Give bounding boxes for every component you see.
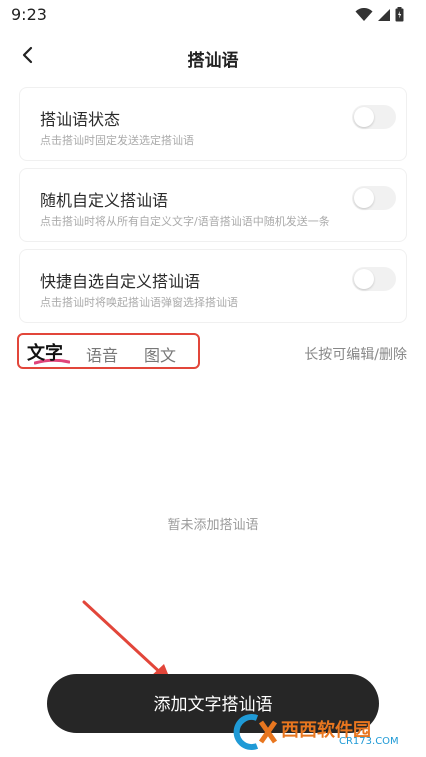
status-icons	[355, 7, 404, 22]
watermark: 西西软件园 CR173.COM	[231, 712, 421, 752]
status-toggle[interactable]	[352, 105, 396, 129]
setting-subtitle: 点击搭讪时将从所有自定义文字/语音搭讪语中随机发送一条	[40, 215, 330, 228]
setting-subtitle: 点击搭讪时固定发送选定搭讪语	[40, 134, 194, 147]
setting-title: 随机自定义搭讪语	[40, 191, 169, 210]
setting-card-quick-select: 快捷自选自定义搭讪语 点击搭讪时将唤起搭讪语弹窗选择搭讪语	[19, 249, 407, 323]
page-title: 搭讪语	[187, 51, 239, 71]
toggle-knob	[354, 188, 374, 208]
setting-title: 快捷自选自定义搭讪语	[40, 272, 201, 291]
random-toggle[interactable]	[352, 186, 396, 210]
status-time: 9:23	[11, 5, 47, 24]
quick-select-toggle[interactable]	[352, 267, 396, 291]
setting-card-random: 随机自定义搭讪语 点击搭讪时将从所有自定义文字/语音搭讪语中随机发送一条	[19, 168, 407, 242]
setting-card-status: 搭讪语状态 点击搭讪时固定发送选定搭讪语	[19, 87, 407, 161]
tab-text[interactable]: 文字	[27, 339, 63, 365]
empty-state: 暂未添加搭讪语	[167, 518, 259, 533]
signal-icon	[378, 8, 390, 21]
setting-subtitle: 点击搭讪时将唤起搭讪语弹窗选择搭讪语	[40, 296, 238, 309]
tab-voice[interactable]: 语音	[86, 342, 118, 366]
edit-hint: 长按可编辑/删除	[304, 347, 407, 363]
tab-image-text[interactable]: 图文	[144, 342, 176, 366]
watermark-url: CR173.COM	[339, 736, 399, 747]
wifi-icon	[355, 7, 373, 21]
setting-title: 搭讪语状态	[40, 110, 121, 129]
toggle-knob	[354, 107, 374, 127]
toggle-knob	[354, 269, 374, 289]
header: 搭讪语	[0, 34, 426, 78]
battery-icon	[395, 7, 404, 22]
status-bar: 9:23	[0, 0, 426, 30]
